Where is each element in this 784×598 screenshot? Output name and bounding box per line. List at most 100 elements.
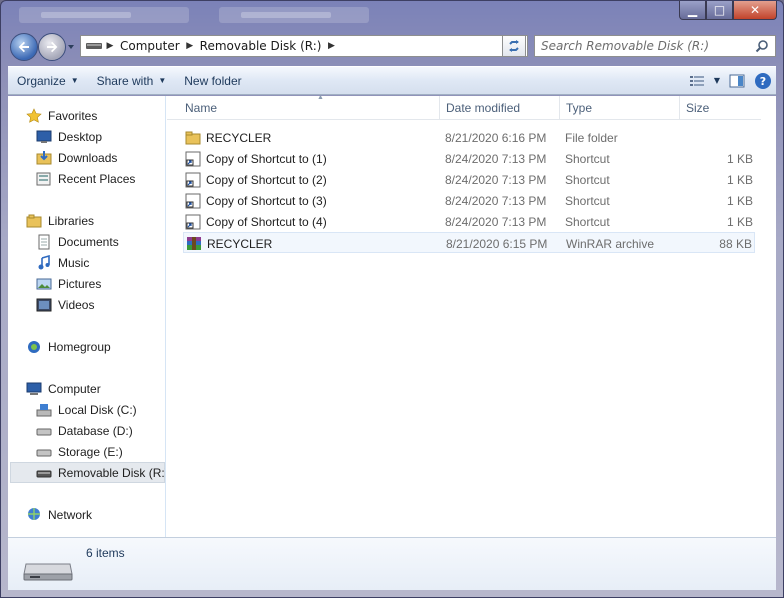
file-row[interactable]: Copy of Shortcut to (4) 8/24/2020 7:13 P… bbox=[183, 211, 755, 232]
minimize-button[interactable]: ▁ bbox=[679, 1, 706, 20]
file-size bbox=[693, 127, 753, 148]
sidebar-item-database-d[interactable]: Database (D:) bbox=[36, 420, 133, 441]
sidebar-item-local-disk-c[interactable]: Local Disk (C:) bbox=[36, 399, 137, 420]
local-disk-icon bbox=[36, 402, 52, 418]
sidebar-item-libraries[interactable]: Libraries bbox=[26, 210, 94, 231]
help-button[interactable]: ? bbox=[750, 70, 776, 92]
recent-pages-dropdown-icon[interactable] bbox=[66, 42, 76, 52]
file-row[interactable]: RECYCLER 8/21/2020 6:15 PM WinRAR archiv… bbox=[183, 232, 755, 253]
file-type: File folder bbox=[565, 130, 618, 145]
sidebar-item-storage-e[interactable]: Storage (E:) bbox=[36, 441, 123, 462]
sidebar-item-label: Homegroup bbox=[48, 339, 111, 354]
breadcrumb-separator-icon[interactable]: ▶ bbox=[183, 41, 197, 51]
explorer-content: Favorites Desktop Downloads Recent Place… bbox=[8, 94, 776, 537]
shortcut-icon bbox=[185, 151, 201, 167]
column-header-size[interactable]: Size bbox=[680, 96, 761, 120]
view-controls: ▼ ? bbox=[684, 70, 776, 92]
file-name: Copy of Shortcut to (4) bbox=[206, 214, 327, 229]
sidebar-item-downloads[interactable]: Downloads bbox=[36, 147, 117, 168]
sidebar-item-documents[interactable]: Documents bbox=[36, 231, 119, 252]
videos-icon bbox=[36, 297, 52, 313]
command-bar: Organize ▼ Share with ▼ New folder ▼ ? bbox=[8, 66, 776, 95]
breadcrumb-separator-icon[interactable]: ▶ bbox=[103, 41, 117, 51]
search-input[interactable] bbox=[541, 39, 751, 53]
caption-buttons: ▁ □ ✕ bbox=[679, 1, 777, 21]
file-name: RECYCLER bbox=[207, 236, 273, 251]
preview-pane-button[interactable] bbox=[724, 70, 750, 92]
file-name: Copy of Shortcut to (3) bbox=[206, 193, 327, 208]
sidebar-item-removable-disk-r[interactable]: Removable Disk (R:) bbox=[10, 462, 165, 483]
file-row[interactable]: Copy of Shortcut to (3) 8/24/2020 7:13 P… bbox=[183, 190, 755, 211]
address-bar[interactable]: ▶ Computer ▶ Removable Disk (R:) ▶ ▼ bbox=[80, 35, 528, 57]
column-header-type[interactable]: Type bbox=[560, 96, 680, 120]
sidebar-item-label: Pictures bbox=[58, 276, 102, 291]
file-type: Shortcut bbox=[565, 172, 610, 187]
search-icon[interactable] bbox=[755, 39, 769, 53]
sidebar-item-label: Local Disk (C:) bbox=[58, 402, 137, 417]
chevron-down-icon: ▼ bbox=[158, 76, 167, 85]
breadcrumb-separator-icon[interactable]: ▶ bbox=[324, 41, 338, 51]
background-window-tab bbox=[19, 7, 189, 23]
column-header-name[interactable]: Name ▲ bbox=[179, 94, 440, 120]
details-view-icon bbox=[690, 75, 704, 86]
column-header-label: Size bbox=[686, 101, 710, 115]
preview-pane-icon bbox=[729, 74, 745, 87]
column-header-label: Date modified bbox=[446, 101, 521, 115]
maximize-button[interactable]: □ bbox=[706, 1, 733, 20]
change-view-button[interactable] bbox=[684, 70, 710, 92]
forward-button[interactable] bbox=[38, 33, 66, 61]
breadcrumb-computer[interactable]: Computer bbox=[117, 39, 183, 53]
shortcut-icon bbox=[185, 172, 201, 188]
search-box[interactable] bbox=[534, 35, 776, 57]
file-row[interactable]: Copy of Shortcut to (1) 8/24/2020 7:13 P… bbox=[183, 148, 755, 169]
back-arrow-icon bbox=[18, 41, 29, 53]
sidebar-item-recent-places[interactable]: Recent Places bbox=[36, 168, 135, 189]
sidebar-item-label: Computer bbox=[48, 381, 101, 396]
file-size: 88 KB bbox=[719, 236, 752, 251]
sidebar-item-videos[interactable]: Videos bbox=[36, 294, 94, 315]
sidebar-item-label: Desktop bbox=[58, 129, 103, 144]
removable-drive-icon bbox=[86, 43, 102, 49]
removable-drive-icon bbox=[36, 465, 52, 481]
file-date-modified: 8/21/2020 6:15 PM bbox=[446, 236, 548, 251]
file-size: 1 KB bbox=[726, 172, 753, 187]
chevron-down-icon: ▼ bbox=[70, 76, 79, 85]
sidebar-item-label: Documents bbox=[58, 234, 119, 249]
sidebar-item-homegroup[interactable]: Homegroup bbox=[26, 336, 111, 357]
file-size: 1 KB bbox=[726, 214, 753, 229]
sidebar-item-desktop[interactable]: Desktop bbox=[36, 126, 102, 147]
view-options-dropdown-icon[interactable]: ▼ bbox=[710, 70, 724, 92]
file-date-modified: 8/24/2020 7:13 PM bbox=[445, 151, 547, 166]
sidebar-item-label: Storage (E:) bbox=[58, 444, 123, 459]
sidebar-item-label: Downloads bbox=[58, 150, 118, 165]
sidebar-item-computer[interactable]: Computer bbox=[26, 378, 101, 399]
column-header-label: Type bbox=[566, 101, 593, 115]
column-header-date-modified[interactable]: Date modified bbox=[440, 96, 560, 120]
sidebar-item-label: Videos bbox=[58, 297, 95, 312]
close-button[interactable]: ✕ bbox=[733, 1, 777, 20]
breadcrumb-removable-disk[interactable]: Removable Disk (R:) bbox=[197, 39, 325, 53]
sort-ascending-icon: ▲ bbox=[317, 94, 324, 101]
new-folder-button[interactable]: New folder bbox=[175, 70, 250, 92]
column-header-row: Name ▲ Date modified Type Size bbox=[167, 94, 761, 120]
shortcut-icon bbox=[185, 214, 201, 230]
sidebar-item-music[interactable]: Music bbox=[36, 252, 89, 273]
forward-arrow-icon bbox=[47, 41, 58, 53]
background-window-titles bbox=[19, 7, 379, 23]
sidebar-item-favorites[interactable]: Favorites bbox=[26, 105, 97, 126]
share-with-button[interactable]: Share with ▼ bbox=[88, 70, 176, 92]
sidebar-item-pictures[interactable]: Pictures bbox=[36, 273, 101, 294]
sidebar-item-network[interactable]: Network bbox=[26, 504, 92, 525]
winrar-archive-icon bbox=[186, 236, 202, 252]
refresh-button[interactable] bbox=[502, 35, 526, 57]
navigation-pane: Favorites Desktop Downloads Recent Place… bbox=[8, 96, 166, 537]
folder-icon bbox=[185, 130, 201, 146]
back-button[interactable] bbox=[10, 33, 38, 61]
sidebar-item-label: Libraries bbox=[48, 213, 95, 228]
sidebar-item-label: Network bbox=[48, 507, 93, 522]
file-type: Shortcut bbox=[565, 214, 610, 229]
organize-button[interactable]: Organize ▼ bbox=[8, 70, 88, 92]
item-count: 6 items bbox=[86, 546, 125, 560]
file-row[interactable]: RECYCLER 8/21/2020 6:16 PM File folder bbox=[183, 127, 755, 148]
file-row[interactable]: Copy of Shortcut to (2) 8/24/2020 7:13 P… bbox=[183, 169, 755, 190]
